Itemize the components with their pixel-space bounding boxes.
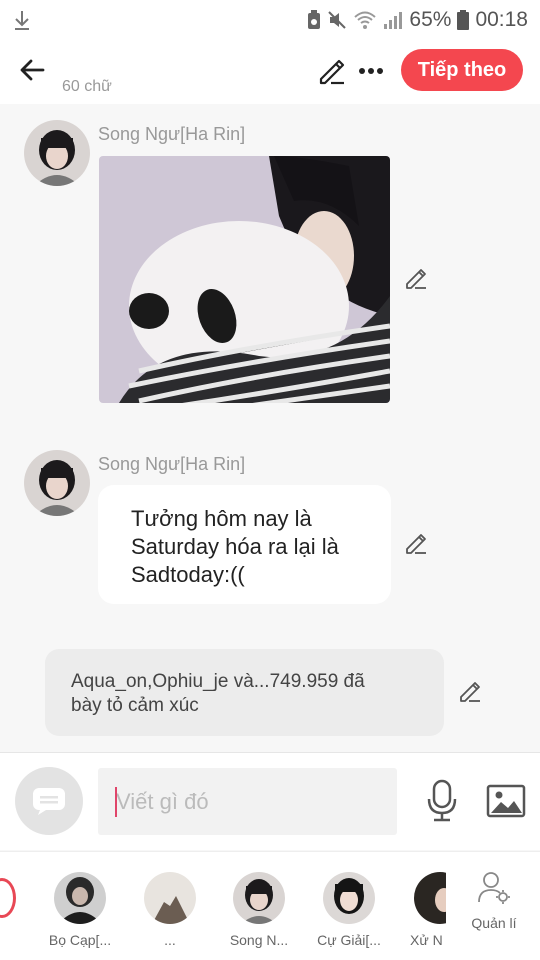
battery-icon: [457, 10, 470, 30]
sender-name: Song Ngư[Ha Rin]: [98, 454, 246, 474]
participant[interactable]: Cự Giải[...: [310, 872, 388, 948]
participant-name: Bọ Cạp[...: [48, 932, 112, 948]
message-input[interactable]: [98, 768, 397, 835]
reactions-line: bày tỏ cảm xúc: [71, 695, 199, 716]
sticker-icon: [33, 788, 65, 815]
edit-button[interactable]: [314, 54, 348, 88]
edit-reactions-pencil-icon[interactable]: [457, 679, 483, 705]
word-count: 60 chữ: [62, 78, 112, 95]
sender-avatar[interactable]: [24, 120, 90, 186]
sender-name: Song Ngư[Ha Rin]: [98, 124, 246, 144]
back-arrow-icon: [20, 59, 45, 81]
battery-percent: 65%: [409, 8, 452, 31]
participant-avatar: [144, 872, 196, 924]
next-button[interactable]: Tiếp theo: [401, 49, 523, 91]
participant-avatar: [323, 872, 375, 924]
participant-avatar: [414, 872, 446, 924]
microphone-icon[interactable]: [424, 779, 460, 823]
participant-avatar: [54, 872, 106, 924]
sender-avatar[interactable]: [24, 450, 90, 516]
manage-button[interactable]: Quản lí: [462, 870, 526, 931]
wifi-icon: [354, 11, 377, 29]
participant-name: Xử N: [410, 932, 443, 948]
participant-name: Song N...: [229, 932, 289, 948]
battery-saver-icon: [308, 10, 321, 29]
edit-message-pencil-icon[interactable]: [403, 266, 429, 292]
participant[interactable]: ...: [131, 872, 209, 948]
header: 60 chữ Tiếp theo: [0, 40, 540, 104]
participant[interactable]: Bọ Cạp[...: [41, 872, 119, 948]
clock: 00:18: [475, 8, 528, 31]
composer: [0, 752, 540, 850]
manage-label: Quản lí: [471, 915, 517, 931]
message-line: Saturday hóa ra lại là: [131, 534, 339, 559]
sticker-button[interactable]: [15, 767, 83, 835]
message-line: Sadtoday:((: [131, 562, 245, 587]
mute-icon: [328, 11, 347, 29]
participants-bar: Bọ Cạp[... ... Song N... Cự Giải[... Xử …: [0, 851, 540, 960]
participant-avatar: [233, 872, 285, 924]
reactions-summary[interactable]: Aqua_on,Ophiu_je và...749.959 đã bày tỏ …: [45, 649, 444, 736]
pencil-icon: [319, 59, 345, 85]
download-icon: [15, 11, 29, 30]
participant-name: ...: [164, 932, 176, 948]
user-settings-icon: [478, 872, 510, 904]
signal-icon: [384, 12, 403, 29]
participant[interactable]: Xử N: [400, 872, 446, 948]
text-message-bubble[interactable]: Tưởng hôm nay là Saturday hóa ra lại là …: [98, 485, 391, 604]
status-bar: 65% 00:18: [0, 0, 540, 40]
partial-avatar[interactable]: [0, 878, 16, 918]
image-icon[interactable]: [486, 783, 526, 819]
more-dots-icon: [359, 68, 383, 74]
back-button[interactable]: [14, 52, 50, 88]
participant-name: Cự Giải[...: [317, 932, 381, 948]
reactions-line: Aqua_on,Ophiu_je và...749.959 đã: [71, 671, 365, 692]
text-caret: [115, 787, 117, 817]
message-line: Tưởng hôm nay là: [131, 506, 312, 531]
message-photo[interactable]: [99, 156, 390, 403]
more-button[interactable]: [356, 54, 386, 88]
edit-message-pencil-icon[interactable]: [403, 531, 429, 557]
participant[interactable]: Song N...: [220, 872, 298, 948]
